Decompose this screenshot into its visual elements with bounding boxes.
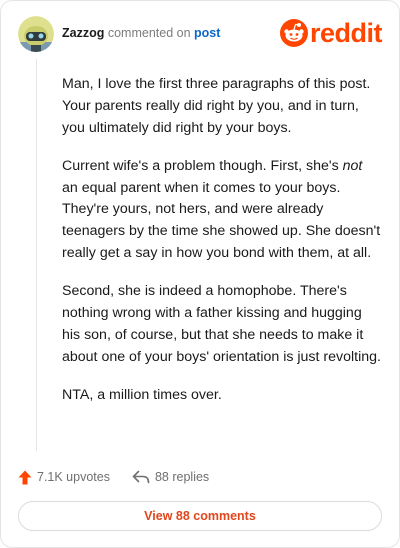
comment-actions: 7.1K upvotes 88 replies <box>18 467 209 487</box>
reply-count: 88 replies <box>154 470 210 484</box>
snoo-avatar-icon[interactable] <box>18 16 54 52</box>
comment-paragraph-2-start: Current wife's a problem though. First, … <box>62 157 343 174</box>
comment-paragraph-2-end: an equal parent when it comes to your bo… <box>62 179 381 262</box>
comment-paragraph-4: NTA, a million times over. <box>62 387 222 404</box>
upvote-button[interactable]: 7.1K upvotes <box>18 470 110 485</box>
comment-paragraph-1: Man, I love the first three paragraphs o… <box>62 76 371 136</box>
reddit-snoo-icon <box>280 19 308 47</box>
reply-button[interactable]: 88 replies <box>132 470 209 484</box>
comment-header: Zazzog commented on post <box>62 26 220 40</box>
reddit-logo[interactable]: reddit <box>280 18 383 48</box>
thread-line[interactable] <box>36 59 37 451</box>
post-link[interactable]: post <box>194 26 220 40</box>
comment-emphasis: not <box>342 157 363 174</box>
comment-body: Man, I love the first three paragraphs o… <box>62 74 382 423</box>
reply-arrow-icon <box>132 470 150 484</box>
username[interactable]: Zazzog <box>62 26 104 40</box>
commented-label: commented on <box>107 26 191 40</box>
comment-paragraph-2: Current wife's a problem though. First, … <box>62 156 382 265</box>
reddit-wordmark: reddit <box>310 18 383 48</box>
comment-paragraph-3: Second, she is indeed a homophobe. There… <box>62 283 381 365</box>
upvote-arrow-icon <box>18 470 32 484</box>
upvote-count: 7.1K upvotes <box>37 470 110 484</box>
comment-card: Zazzog commented on post reddit Man, I l… <box>0 0 400 548</box>
view-comments-button[interactable]: View 88 comments <box>18 501 382 531</box>
